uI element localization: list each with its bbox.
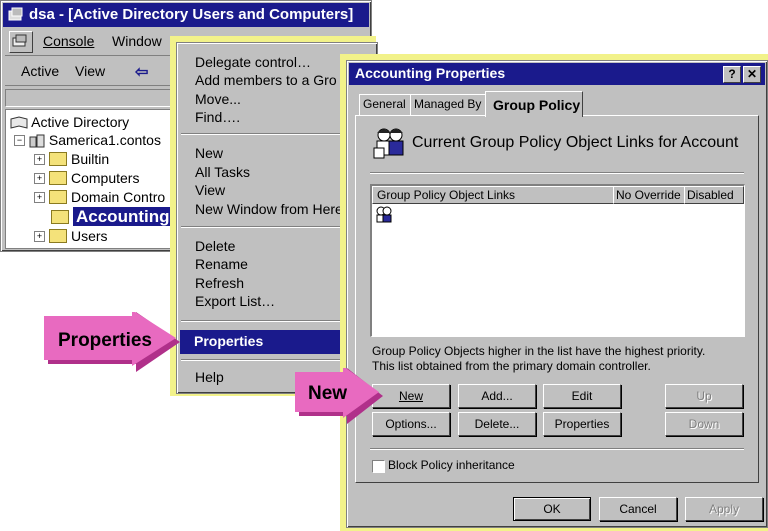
directory-book-icon xyxy=(10,116,28,129)
column-header-links[interactable]: Group Policy Object Links xyxy=(372,186,614,204)
tab-general[interactable]: General xyxy=(359,94,411,115)
dialog-titlebar: Accounting Properties ? ✕ xyxy=(349,63,765,85)
menu-item-help[interactable]: Help xyxy=(195,368,224,386)
gpo-header: Current Group Policy Object Links for Ac… xyxy=(412,134,739,151)
ou-folder-icon xyxy=(49,190,67,205)
block-inheritance-label[interactable]: Block Policy inheritance xyxy=(388,458,515,472)
new-callout-label: New xyxy=(308,383,348,404)
ok-button[interactable]: OK xyxy=(513,497,591,521)
block-inheritance-checkbox[interactable] xyxy=(372,460,385,473)
tab-group-policy[interactable]: Group Policy xyxy=(485,91,583,117)
tree-domain[interactable]: − Samerica1.contos xyxy=(14,132,161,148)
apply-button[interactable]: Apply xyxy=(685,497,763,521)
tree-item-label: Users xyxy=(71,228,108,244)
properties-dialog: Accounting Properties ? ✕ General Manage… xyxy=(346,60,768,528)
menu-item-add-members[interactable]: Add members to a Gro xyxy=(195,71,337,89)
console-menu-icon[interactable] xyxy=(9,31,33,53)
mmc-title: dsa - [Active Directory Users and Comput… xyxy=(29,6,354,23)
tree-item-label: Builtin xyxy=(71,151,110,167)
priority-note: Group Policy Objects higher in the list … xyxy=(372,344,706,358)
menu-item-new[interactable]: New xyxy=(195,144,223,162)
menu-item-all-tasks[interactable]: All Tasks xyxy=(195,163,250,181)
expand-icon[interactable]: + xyxy=(34,191,45,203)
tree-item-accounting[interactable]: Accounting xyxy=(51,207,173,227)
properties-callout-label: Properties xyxy=(58,330,152,351)
tree-item-domain-controllers[interactable]: + Domain Contro xyxy=(34,189,165,205)
dialog-title: Accounting Properties xyxy=(355,65,506,81)
up-button[interactable]: Up xyxy=(665,384,743,408)
ou-folder-icon xyxy=(51,210,69,225)
menu-item-export[interactable]: Export List… xyxy=(195,292,275,310)
mmc-titlebar: dsa - [Active Directory Users and Comput… xyxy=(3,3,369,27)
delete-button[interactable]: Delete... xyxy=(458,412,536,436)
menu-action[interactable]: Active xyxy=(21,63,59,79)
gpo-entry-icon[interactable] xyxy=(374,206,394,224)
column-header-no-override[interactable]: No Override xyxy=(613,186,685,204)
menu-console[interactable]: Console xyxy=(43,33,94,49)
menu-item-delegate[interactable]: Delegate control… xyxy=(195,53,311,71)
menu-item-view[interactable]: View xyxy=(195,181,225,199)
folder-icon xyxy=(49,171,67,186)
menu-item-refresh[interactable]: Refresh xyxy=(195,274,244,292)
tree-root[interactable]: Active Directory xyxy=(10,114,129,130)
back-arrow-icon[interactable]: ⇦ xyxy=(135,62,148,82)
source-note: This list obtained from the primary doma… xyxy=(372,359,651,373)
menu-item-new-window[interactable]: New Window from Here xyxy=(195,200,343,218)
edit-button[interactable]: Edit xyxy=(543,384,621,408)
properties-button[interactable]: Properties xyxy=(543,412,621,436)
menu-window[interactable]: Window xyxy=(112,33,162,49)
down-button[interactable]: Down xyxy=(665,412,743,436)
expand-icon[interactable]: + xyxy=(34,153,45,165)
tab-label: Managed By xyxy=(414,97,482,111)
tree-item-users[interactable]: + Users xyxy=(34,228,108,244)
buttons-separator xyxy=(370,448,744,450)
tree-item-label: Computers xyxy=(71,170,140,186)
tree-item-label-selected: Accounting xyxy=(73,207,173,226)
menu-item-properties-label: Properties xyxy=(194,333,264,349)
cancel-button[interactable]: Cancel xyxy=(599,497,677,521)
header-separator xyxy=(370,172,744,174)
tab-label: Group Policy xyxy=(493,97,581,113)
expand-icon[interactable]: + xyxy=(34,230,45,242)
domain-icon xyxy=(29,134,45,148)
tree-item-label: Domain Contro xyxy=(71,189,166,205)
tab-panel: Current Group Policy Object Links for Ac… xyxy=(355,115,759,483)
help-button[interactable]: ? xyxy=(723,66,741,83)
column-header-disabled[interactable]: Disabled xyxy=(684,186,744,204)
group-users-icon xyxy=(373,128,404,159)
menu-item-delete[interactable]: Delete xyxy=(195,237,235,255)
folder-icon xyxy=(49,229,67,244)
menu-item-find[interactable]: Find…. xyxy=(195,108,240,126)
tree-domain-label: Samerica1.contos xyxy=(48,132,161,148)
menu-item-move[interactable]: Move... xyxy=(195,90,241,108)
folder-icon xyxy=(49,152,67,167)
close-button[interactable]: ✕ xyxy=(743,66,761,83)
menu-view[interactable]: View xyxy=(75,63,105,79)
add-button[interactable]: Add... xyxy=(458,384,536,408)
tree-item-builtin[interactable]: + Builtin xyxy=(34,151,109,167)
expand-icon[interactable]: + xyxy=(34,172,45,184)
tree-root-label: Active Directory xyxy=(31,114,130,130)
tab-managed-by[interactable]: Managed By xyxy=(410,94,486,115)
collapse-icon[interactable]: − xyxy=(14,134,25,146)
menu-item-rename[interactable]: Rename xyxy=(195,255,248,273)
tab-label: General xyxy=(363,97,406,111)
tree-item-computers[interactable]: + Computers xyxy=(34,170,139,186)
mmc-app-icon xyxy=(7,7,25,23)
gpo-list[interactable]: Group Policy Object Links No Override Di… xyxy=(370,184,745,337)
